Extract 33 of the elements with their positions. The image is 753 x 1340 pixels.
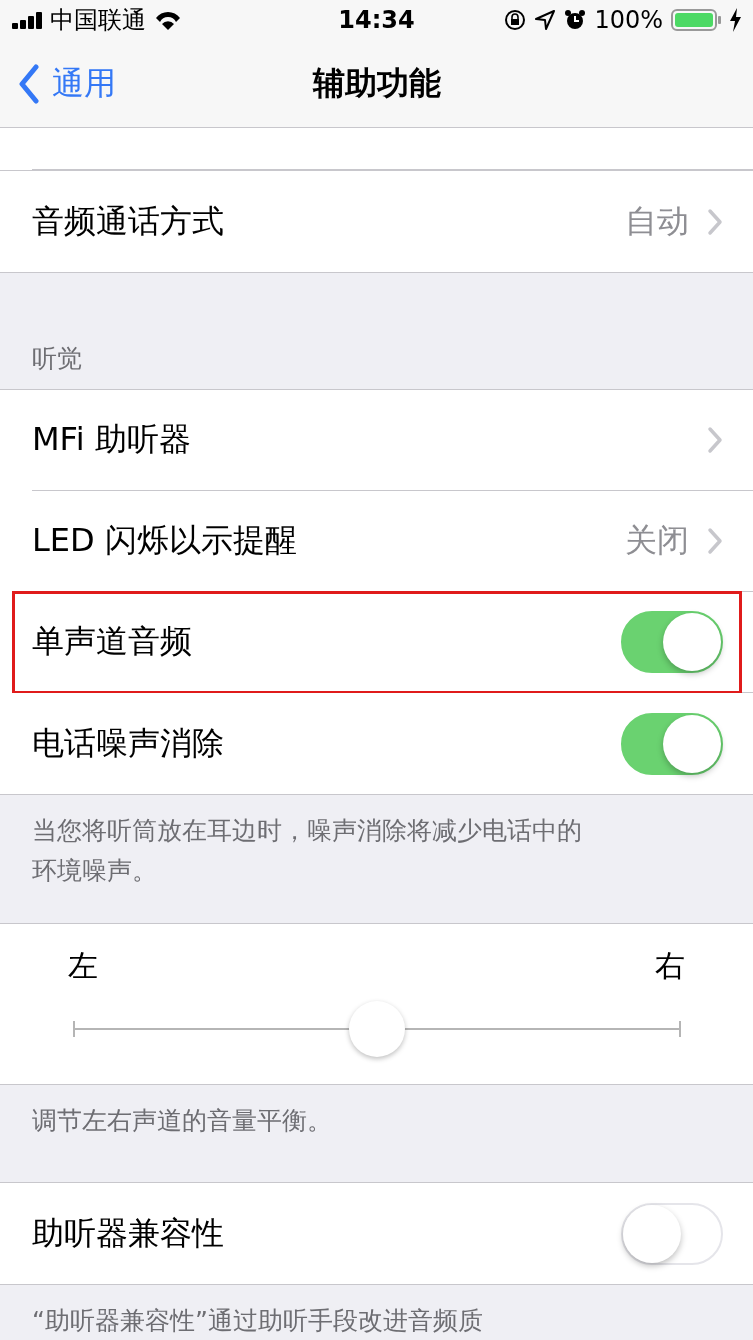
footer-note: “助听器兼容性”通过助听手段改进音频质	[31, 1305, 484, 1337]
right-label: 右	[655, 947, 685, 985]
row-label: 单声道音频	[32, 621, 193, 662]
carrier-name: 中国联通	[50, 5, 146, 36]
section-header: 听觉	[32, 343, 82, 375]
footer-note: 当您将听筒放在耳边时，噪声消除将减少电话中的环境噪声。	[31, 815, 583, 887]
row-label: 助听器兼容性	[32, 1212, 225, 1254]
left-label: 左	[68, 947, 98, 985]
charging-icon	[729, 8, 741, 32]
back-button[interactable]: 通用	[0, 61, 130, 106]
row-label: LED 闪烁以示提醒	[32, 520, 298, 561]
battery-percent: 100%	[594, 6, 663, 34]
page-title: 辅助功能	[312, 63, 441, 102]
row-label: 电话噪声消除	[32, 722, 225, 764]
row-value: 自动	[625, 200, 689, 242]
slider-thumb[interactable]	[349, 1001, 405, 1057]
alarm-icon	[564, 9, 587, 31]
wifi-icon	[154, 10, 182, 30]
toggle-switch[interactable]	[621, 611, 723, 673]
back-chevron-icon	[18, 63, 40, 104]
row-label: MFi 助听器	[32, 419, 192, 460]
battery-icon	[671, 9, 721, 31]
signal-icon	[12, 11, 42, 29]
rotation-lock-icon	[504, 9, 527, 31]
location-icon	[534, 9, 557, 31]
chevron-icon	[707, 426, 723, 454]
row-label: 音频通话方式	[32, 200, 225, 242]
clock: 14:34	[338, 6, 415, 34]
row-value: 关闭	[625, 520, 689, 561]
chevron-icon	[707, 527, 723, 555]
footer-note: 调节左右声道的音量平衡。	[31, 1105, 333, 1137]
toggle-switch[interactable]	[621, 712, 723, 775]
chevron-icon	[707, 207, 723, 236]
